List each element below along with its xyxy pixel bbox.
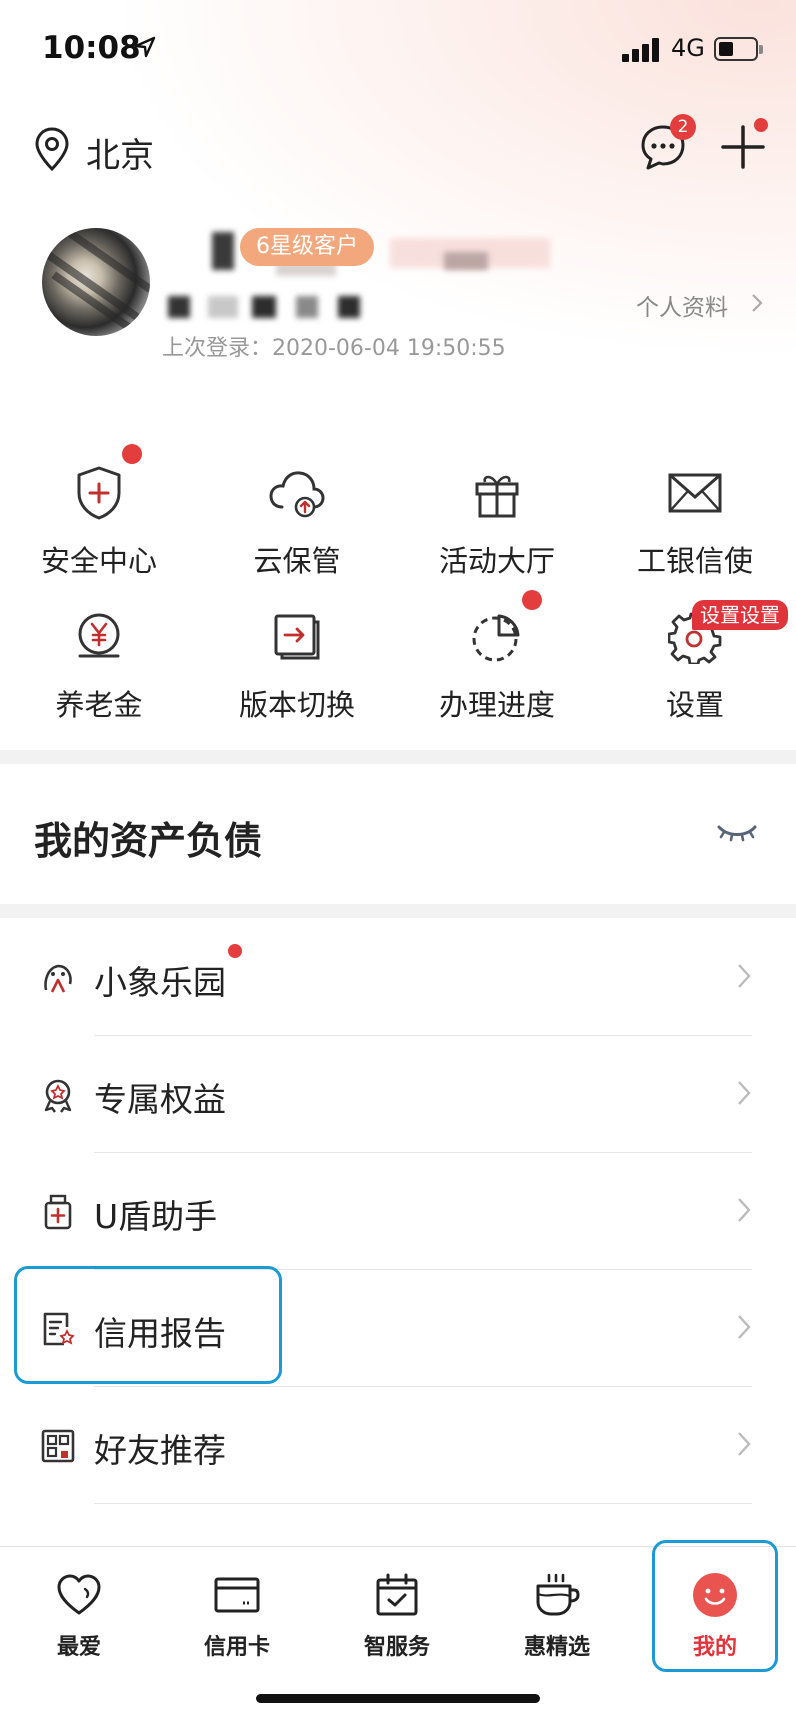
grid-label: 云保管: [253, 544, 341, 578]
grid-item-cloud-storage[interactable]: 云保管: [222, 458, 372, 580]
section-divider: [0, 750, 796, 764]
masked-account: [338, 296, 360, 318]
network-type: 4G: [671, 34, 705, 62]
medal-icon: [44, 1079, 72, 1113]
tab-label: 惠精选: [523, 1635, 590, 1660]
grid-label: 设置: [665, 688, 724, 722]
customer-tier-badge: 6星级客户: [240, 228, 374, 266]
tab-smart-service[interactable]: 智服务: [337, 1567, 457, 1661]
masked-username-part: [444, 252, 488, 270]
assets-title: 我的资产负债: [34, 819, 263, 863]
masked-account: [208, 296, 238, 318]
eye-closed-icon[interactable]: [716, 822, 758, 844]
elephant-park-dot: [228, 944, 242, 958]
grid-item-security-center[interactable]: 安全中心: [24, 458, 174, 580]
grid-label: 安全中心: [40, 544, 157, 578]
credit-report-highlight: [14, 1266, 282, 1384]
list-item-elephant-park[interactable]: 小象乐园: [0, 920, 796, 1036]
signal-icon: [622, 38, 664, 62]
status-bar: 10:08 4G: [0, 0, 796, 100]
city-label[interactable]: 北京: [86, 128, 154, 177]
list-item-exclusive-benefits[interactable]: 专属权益: [0, 1037, 796, 1153]
grid-item-version-switch[interactable]: 版本切换: [222, 602, 372, 724]
progress-dot: [522, 590, 542, 610]
switch-icon: [274, 614, 320, 660]
tab-selected-deals[interactable]: 惠精选: [497, 1567, 617, 1661]
masked-account: [252, 296, 276, 318]
cup-icon: [536, 1573, 580, 1616]
message-count-badge: 2: [670, 114, 696, 140]
settings-badge: 设置设置: [692, 600, 788, 630]
heart-icon: [57, 1574, 101, 1615]
list-separator: [94, 1386, 752, 1387]
elephant-icon: [44, 964, 72, 993]
tab-mine-highlight: [652, 1540, 778, 1672]
grid-label: 养老金: [55, 688, 143, 722]
yuan-coin-icon: [78, 613, 120, 658]
chevron-right-icon: [738, 964, 751, 988]
list-item-ukey-assistant[interactable]: U盾助手: [0, 1154, 796, 1270]
grid-label: 办理进度: [438, 688, 555, 722]
chevron-right-icon: [738, 1198, 751, 1222]
envelope-icon: [668, 473, 722, 513]
cloud-upload-icon: [269, 471, 325, 518]
status-time: 10:08: [42, 30, 141, 66]
location-pin-icon[interactable]: [32, 126, 72, 172]
list-separator: [94, 1152, 752, 1153]
grid-label: 版本切换: [238, 688, 355, 722]
list-label: 好友推荐: [94, 1431, 226, 1470]
qr-share-icon: [41, 1429, 75, 1463]
credit-card-icon: [214, 1577, 260, 1613]
tab-label: 最爱: [56, 1635, 101, 1660]
location-arrow-icon: [134, 36, 156, 58]
list-label: 小象乐园: [94, 963, 226, 1002]
chevron-right-icon: [752, 294, 763, 312]
home-indicator: [256, 1694, 540, 1703]
chevron-right-icon: [738, 1432, 751, 1456]
masked-account: [168, 296, 190, 318]
shield-plus-icon: [77, 466, 121, 520]
masked-username: [212, 232, 234, 270]
progress-pie-icon: [472, 614, 520, 662]
list-item-friend-referral[interactable]: 好友推荐: [0, 1388, 796, 1504]
list-label: 专属权益: [94, 1080, 226, 1119]
tab-credit-card[interactable]: 信用卡: [177, 1567, 297, 1661]
avatar[interactable]: [42, 228, 150, 336]
calendar-check-icon: [376, 1573, 418, 1616]
grid-item-progress[interactable]: 办理进度: [422, 602, 572, 724]
security-center-dot: [122, 444, 142, 464]
last-login-time: 上次登录：2020-06-04 19:50:55: [162, 336, 506, 361]
profile-link[interactable]: 个人资料: [636, 288, 728, 322]
grid-label: 活动大厅: [438, 544, 555, 578]
battery-icon: [714, 37, 763, 61]
list-separator: [94, 1035, 752, 1036]
tab-favorites[interactable]: 最爱: [19, 1567, 139, 1661]
chevron-right-icon: [738, 1081, 751, 1105]
chevron-right-icon: [738, 1315, 751, 1339]
gift-icon: [475, 475, 519, 518]
list-separator: [94, 1503, 752, 1504]
usb-key-icon: [44, 1194, 72, 1230]
section-divider: [0, 904, 796, 918]
tab-label: 智服务: [363, 1635, 430, 1660]
grid-label: 工银信使: [636, 544, 753, 578]
add-notification-dot: [754, 118, 768, 132]
grid-item-icbc-messenger[interactable]: 工银信使: [620, 458, 770, 580]
list-label: U盾助手: [94, 1197, 218, 1236]
masked-account: [296, 296, 318, 318]
grid-item-activity-hall[interactable]: 活动大厅: [422, 458, 572, 580]
grid-item-pension[interactable]: 养老金: [24, 602, 174, 724]
tab-label: 信用卡: [203, 1635, 270, 1660]
